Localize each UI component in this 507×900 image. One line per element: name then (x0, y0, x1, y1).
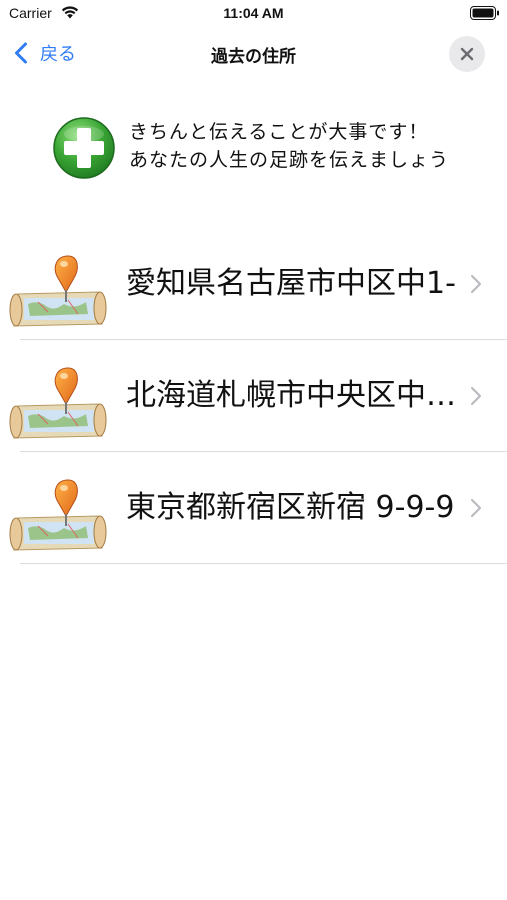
address-list: 愛知県名古屋市中区中1- 北海道札幌市中央区中… 東京都新宿区新宿 9-9-9 (0, 228, 507, 564)
chevron-right-icon (471, 275, 481, 293)
description-line-2: あなたの人生の足跡を伝えましょう (129, 149, 450, 171)
address-text: 北海道札幌市中央区中… (126, 378, 456, 413)
map-pin-icon (9, 367, 107, 439)
chevron-right-icon (471, 387, 481, 405)
green-plus-icon[interactable] (52, 116, 116, 180)
map-pin-icon (9, 479, 107, 551)
add-address-description: きちんと伝えることが大事です！ あなたの人生の足跡を伝えましょう (129, 118, 449, 174)
close-icon (460, 47, 474, 61)
navigation-bar: 戻る 過去の住所 (0, 28, 507, 78)
add-address-row[interactable]: きちんと伝えることが大事です！ あなたの人生の足跡を伝えましょう (0, 108, 507, 188)
row-separator (20, 563, 507, 564)
address-row[interactable]: 北海道札幌市中央区中… (0, 340, 507, 452)
battery-icon (470, 6, 499, 20)
status-time: 11:04 AM (223, 5, 284, 21)
address-row[interactable]: 東京都新宿区新宿 9-9-9 (0, 452, 507, 564)
description-line-1: きちんと伝えることが大事です！ (129, 121, 429, 143)
address-row[interactable]: 愛知県名古屋市中区中1- (0, 228, 507, 340)
address-text: 愛知県名古屋市中区中1- (126, 266, 456, 301)
close-button[interactable] (449, 36, 485, 72)
status-bar: Carrier 11:04 AM (0, 0, 507, 28)
address-text: 東京都新宿区新宿 9-9-9 (126, 490, 455, 525)
page-title: 過去の住所 (211, 47, 296, 67)
chevron-right-icon (471, 499, 481, 517)
map-pin-icon (9, 255, 107, 327)
